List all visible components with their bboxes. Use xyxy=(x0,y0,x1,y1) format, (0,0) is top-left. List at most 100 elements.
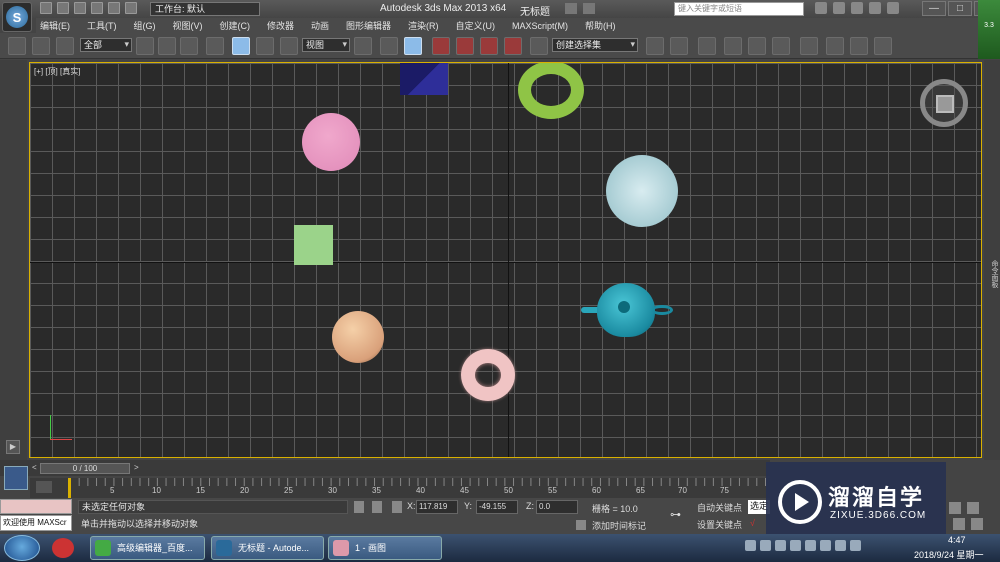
lock-selection-icon[interactable] xyxy=(372,501,382,513)
select-by-name-icon[interactable] xyxy=(158,37,176,55)
y-coord-field[interactable]: -49.155 xyxy=(476,500,518,514)
menu-create[interactable]: 创建(C) xyxy=(220,19,251,32)
command-panel-tab[interactable]: 命令面板 xyxy=(985,260,999,290)
app-logo-button[interactable]: S xyxy=(2,2,32,32)
time-tag-icon[interactable] xyxy=(576,520,586,530)
subscription-icon[interactable] xyxy=(833,2,845,14)
unlink-icon[interactable] xyxy=(32,37,50,55)
select-object-icon[interactable] xyxy=(136,37,154,55)
rendered-frame-icon[interactable] xyxy=(850,37,868,55)
help-search-input[interactable]: 键入关键字或短语 xyxy=(674,2,804,16)
reference-coord-select[interactable]: 视图 xyxy=(302,38,350,52)
redo-icon[interactable] xyxy=(108,2,120,14)
task-3dsmax[interactable]: 无标题 - Autode... xyxy=(211,536,324,560)
render-setup-icon[interactable] xyxy=(826,37,844,55)
menu-customize[interactable]: 自定义(U) xyxy=(456,19,496,32)
new-file-icon[interactable] xyxy=(40,2,52,14)
graphite-ribbon-icon[interactable] xyxy=(724,37,742,55)
pink-sphere-object[interactable] xyxy=(302,113,360,171)
isolate-icon[interactable] xyxy=(354,501,364,513)
window-crossing-icon[interactable] xyxy=(206,37,224,55)
select-rotate-icon[interactable] xyxy=(256,37,274,55)
project-folder-icon[interactable] xyxy=(125,2,137,14)
link-icon[interactable] xyxy=(8,37,26,55)
undo-icon[interactable] xyxy=(91,2,103,14)
maximize-button[interactable]: □ xyxy=(948,1,972,16)
keyboard-shortcut-override-icon[interactable] xyxy=(404,37,422,55)
spinner-snap-icon[interactable] xyxy=(504,37,522,55)
command-panel-corner[interactable]: 3.3 xyxy=(978,0,1000,59)
open-track-view-icon[interactable] xyxy=(36,481,52,493)
mini-curve-editor-icon[interactable] xyxy=(4,466,28,490)
select-manipulate-icon[interactable] xyxy=(380,37,398,55)
save-file-icon[interactable] xyxy=(74,2,86,14)
render-teapot-icon[interactable] xyxy=(874,37,892,55)
menu-views[interactable]: 视图(V) xyxy=(173,19,203,32)
layer-manager-icon[interactable] xyxy=(698,37,716,55)
menu-rendering[interactable]: 渲染(R) xyxy=(408,19,439,32)
volume-icon[interactable] xyxy=(820,540,831,551)
zoom-icon[interactable] xyxy=(949,502,961,514)
binoculars-icon[interactable] xyxy=(815,2,827,14)
infocenter-icon-2[interactable] xyxy=(583,3,595,14)
bind-space-warp-icon[interactable] xyxy=(56,37,74,55)
key-icon[interactable]: ⊶ xyxy=(670,508,690,521)
menu-maxscript[interactable]: MAXScript(M) xyxy=(512,21,568,31)
snaps-toggle-icon[interactable] xyxy=(432,37,450,55)
help-icon[interactable] xyxy=(887,2,899,14)
browser-quicklaunch-icon[interactable] xyxy=(52,538,74,558)
viewcube-icon[interactable] xyxy=(920,79,968,127)
schematic-view-icon[interactable] xyxy=(772,37,790,55)
zoom-all-icon[interactable] xyxy=(967,502,979,514)
pivot-center-icon[interactable] xyxy=(354,37,372,55)
workspace-select[interactable]: 工作台: 默认 xyxy=(150,2,260,16)
tray-icon[interactable] xyxy=(775,540,786,551)
x-coord-field[interactable]: 117.819 xyxy=(416,500,458,514)
select-scale-icon[interactable] xyxy=(280,37,298,55)
playhead[interactable] xyxy=(68,478,71,498)
pink-torus-object[interactable] xyxy=(461,349,515,401)
mirror-icon[interactable] xyxy=(646,37,664,55)
selection-filter-select[interactable]: 全部 xyxy=(80,38,132,52)
curve-editor-icon[interactable] xyxy=(748,37,766,55)
tray-icon[interactable] xyxy=(760,540,771,551)
angle-snap-icon[interactable] xyxy=(456,37,474,55)
maxscript-listener-input[interactable] xyxy=(0,499,72,514)
menu-edit[interactable]: 编辑(E) xyxy=(40,19,70,32)
menu-group[interactable]: 组(G) xyxy=(134,19,156,32)
pan-icon[interactable] xyxy=(953,518,965,530)
menu-tools[interactable]: 工具(T) xyxy=(87,19,117,32)
tray-icon[interactable] xyxy=(745,540,756,551)
viewcube-face[interactable] xyxy=(936,95,954,113)
expand-left-arrow[interactable]: ▶ xyxy=(6,440,20,454)
orange-sphere-object[interactable] xyxy=(332,311,384,363)
cone-object[interactable] xyxy=(606,155,678,227)
start-button[interactable] xyxy=(4,535,40,561)
named-selection-select[interactable]: 创建选择集 xyxy=(552,38,638,52)
align-icon[interactable] xyxy=(670,37,688,55)
rect-selection-icon[interactable] xyxy=(180,37,198,55)
infocenter-icon[interactable] xyxy=(565,3,577,14)
favorites-star-icon[interactable] xyxy=(869,2,881,14)
green-torus-object[interactable] xyxy=(518,63,584,119)
z-coord-field[interactable]: 0.0 xyxy=(536,500,578,514)
blue-pyramid-object[interactable] xyxy=(400,63,448,95)
menu-modifiers[interactable]: 修改器 xyxy=(267,19,294,32)
auto-key-button[interactable]: 自动关键点 xyxy=(697,501,742,514)
time-slider-prev[interactable]: < xyxy=(32,463,40,474)
menu-animation[interactable]: 动画 xyxy=(311,19,329,32)
open-file-icon[interactable] xyxy=(57,2,69,14)
percent-snap-icon[interactable] xyxy=(480,37,498,55)
tray-icon[interactable] xyxy=(850,540,861,551)
set-key-button[interactable]: 设置关键点 xyxy=(697,518,742,531)
minimize-button[interactable]: — xyxy=(922,1,946,16)
tray-icon[interactable] xyxy=(790,540,801,551)
absolute-mode-icon[interactable] xyxy=(392,501,402,513)
green-box-object[interactable] xyxy=(294,225,333,265)
top-viewport[interactable]: [+] [顶] [真实] xyxy=(29,62,982,458)
select-move-icon[interactable] xyxy=(232,37,250,55)
viewport-label[interactable]: [+] [顶] [真实] xyxy=(34,66,80,77)
network-icon[interactable] xyxy=(805,540,816,551)
time-slider-next[interactable]: > xyxy=(134,463,142,474)
menu-graph-editors[interactable]: 图形编辑器 xyxy=(346,19,391,32)
